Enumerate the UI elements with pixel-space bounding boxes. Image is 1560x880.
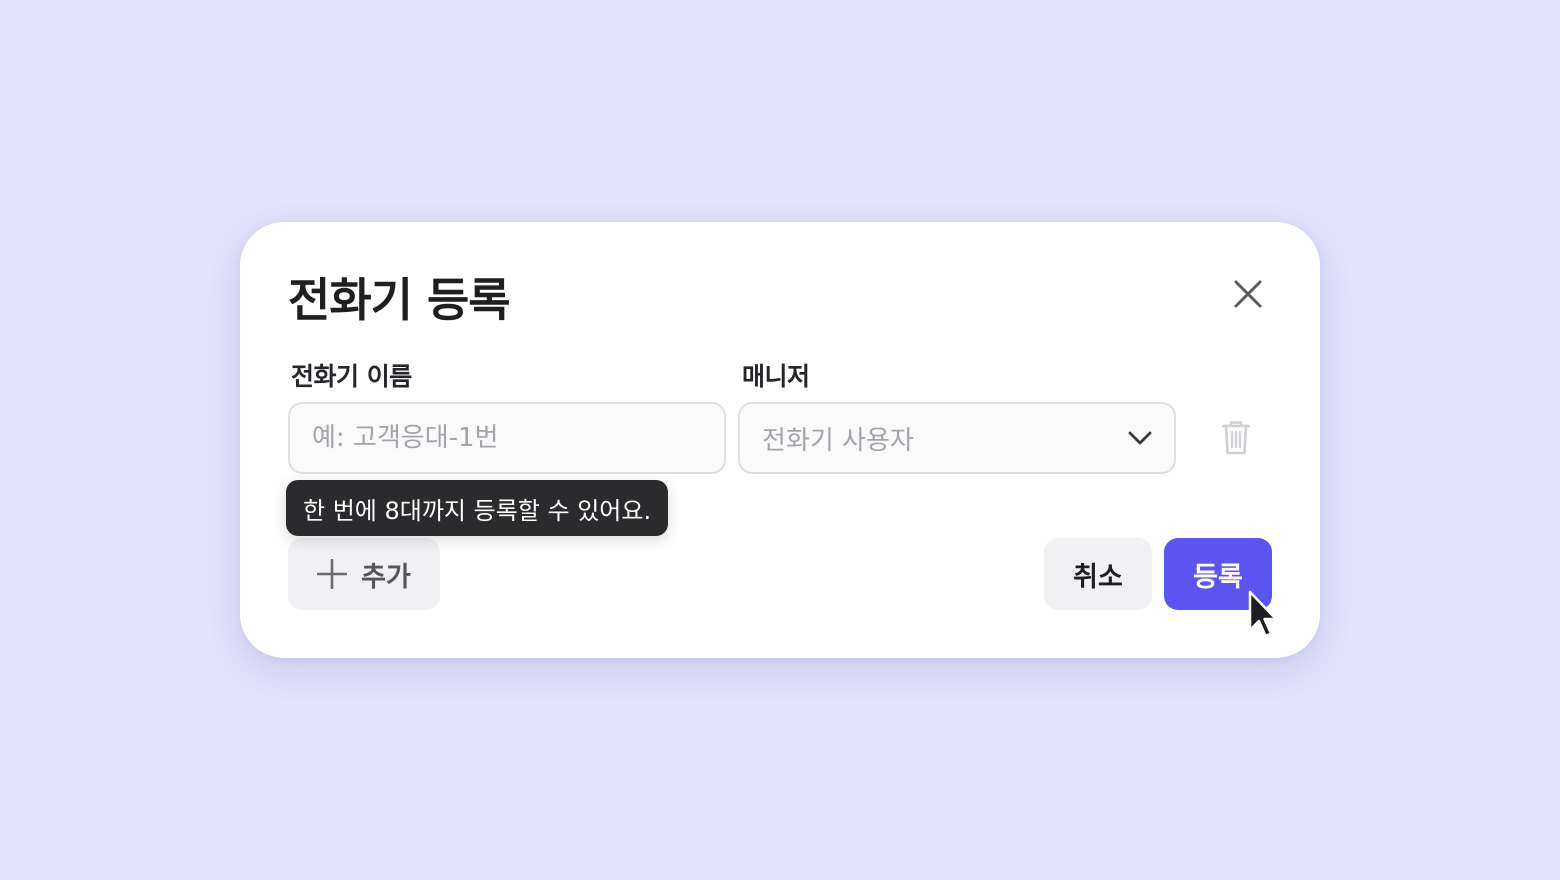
phone-name-label: 전화기 이름: [291, 362, 412, 391]
manager-select[interactable]: 전화기 사용자: [738, 402, 1176, 474]
trash-icon: [1221, 421, 1251, 455]
add-row-button[interactable]: 추가: [288, 538, 440, 610]
register-button[interactable]: 등록: [1164, 538, 1272, 610]
close-icon: [1234, 280, 1262, 308]
manager-select-value: 전화기 사용자: [762, 425, 914, 456]
phone-name-input[interactable]: [288, 402, 726, 474]
chevron-down-icon: [1128, 431, 1152, 445]
dialog-title: 전화기 등록: [288, 273, 511, 327]
close-button[interactable]: [1228, 272, 1268, 316]
cancel-button[interactable]: 취소: [1044, 538, 1152, 610]
register-phone-dialog: 전화기 등록 전화기 이름 매니저 전화기 사용자 한 번에 8대까지 등록할 …: [240, 222, 1320, 658]
add-button-label: 추가: [361, 561, 411, 593]
delete-row-button[interactable]: [1218, 418, 1254, 458]
manager-label: 매니저: [742, 362, 810, 391]
limit-tooltip: 한 번에 8대까지 등록할 수 있어요.: [286, 480, 669, 536]
plus-icon: [317, 559, 348, 589]
